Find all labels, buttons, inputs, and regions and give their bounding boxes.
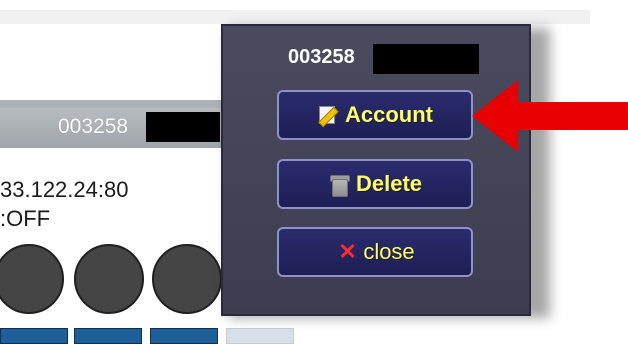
status-indicator-circle: [0, 244, 64, 314]
panel-action-button[interactable]: [226, 328, 294, 344]
panel-action-button[interactable]: [0, 328, 68, 344]
close-button-label: close: [363, 239, 415, 264]
status-indicator-circle: [152, 244, 222, 314]
redaction-mask: [146, 112, 220, 142]
redaction-mask: [373, 44, 479, 74]
delete-button[interactable]: Delete: [277, 159, 473, 209]
top-background-band: [0, 10, 590, 24]
close-button[interactable]: ✕ close: [277, 227, 473, 277]
note-pencil-icon: [317, 104, 339, 128]
trash-icon: [328, 173, 350, 197]
popup-title: 003258: [288, 46, 355, 68]
device-popup-menu: 003258 Account Delete ✕ close: [221, 24, 531, 316]
status-indicator-circle: [74, 244, 144, 314]
account-button[interactable]: Account: [277, 90, 473, 140]
device-id-label: 003258: [58, 115, 129, 138]
panel-action-button[interactable]: [150, 328, 218, 344]
account-button-label: Account: [345, 102, 433, 127]
red-arrow-icon: [472, 80, 628, 152]
panel-action-button[interactable]: [74, 328, 142, 344]
delete-button-label: Delete: [355, 171, 423, 196]
device-ip-text: 33.122.24:80: [0, 177, 129, 202]
close-x-icon: ✕: [338, 239, 357, 264]
device-status-text: :OFF: [0, 206, 51, 231]
